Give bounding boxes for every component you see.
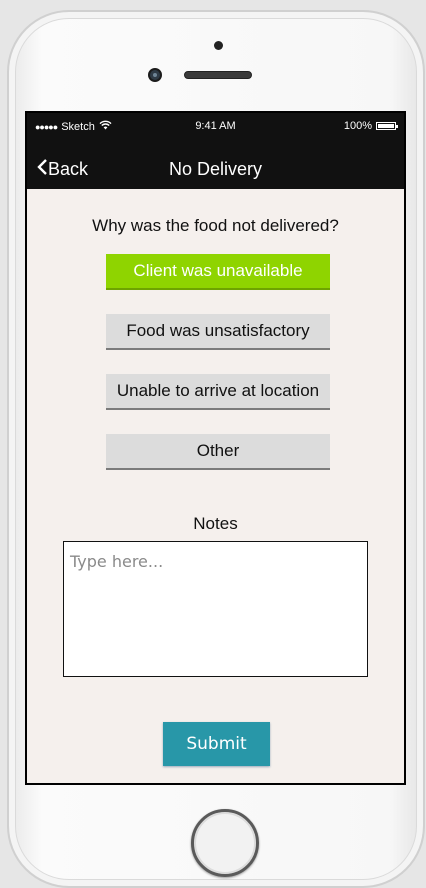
question-label: Why was the food not delivered? <box>92 216 339 235</box>
battery-percent: 100% <box>343 120 372 132</box>
option-food-unsatisfactory[interactable]: Food was unsatisfactory <box>106 314 330 350</box>
notes-label: Notes <box>193 514 238 533</box>
front-camera <box>148 68 162 82</box>
phone-screen: ●●●●● Sketch 9:41 AM 100% Back No Delive… <box>25 111 406 785</box>
submit-button[interactable]: Submit <box>163 722 270 766</box>
battery-icon <box>376 122 398 130</box>
main-content: Why was the food not delivered? Client w… <box>27 189 404 783</box>
home-button[interactable] <box>191 809 259 877</box>
notes-input[interactable] <box>63 541 368 677</box>
background-decoration <box>0 118 6 342</box>
option-unable-to-arrive[interactable]: Unable to arrive at location <box>106 374 330 410</box>
earpiece-speaker <box>184 71 252 79</box>
page-title: No Delivery <box>168 159 263 179</box>
navigation-bar: Back No Delivery <box>27 139 404 189</box>
status-bar: ●●●●● Sketch 9:41 AM 100% <box>27 113 404 139</box>
option-other[interactable]: Other <box>106 434 330 470</box>
option-client-unavailable[interactable]: Client was unavailable <box>106 254 330 290</box>
front-sensor <box>214 41 223 50</box>
